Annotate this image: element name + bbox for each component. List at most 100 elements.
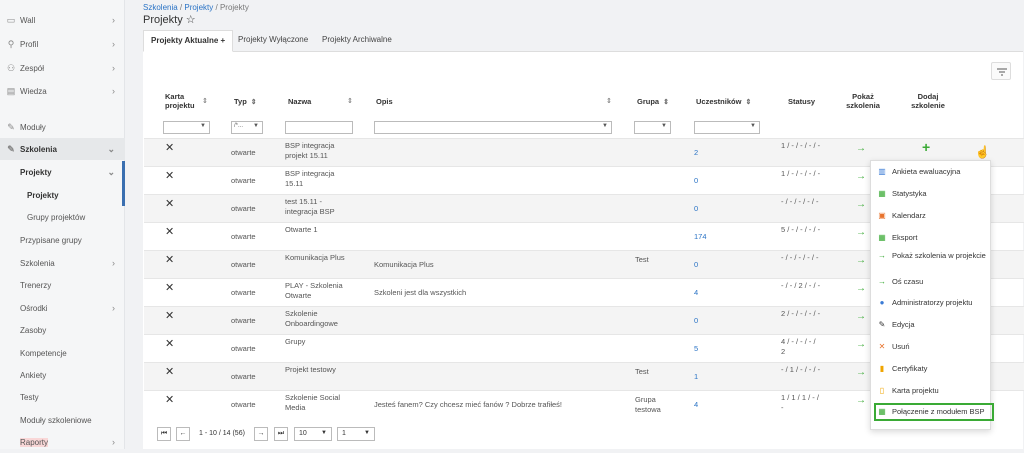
sort-icon[interactable]: ⇕ xyxy=(202,97,208,105)
chevron-down-icon: ▼ xyxy=(661,123,667,129)
close-icon[interactable]: ✕ xyxy=(165,171,174,182)
column-header-uczestnikow[interactable]: Uczestników ⇕ xyxy=(696,97,751,107)
menu-item[interactable]: ▯ Karta projektu xyxy=(878,386,990,396)
menu-item[interactable]: ▦ Eksport xyxy=(878,233,990,243)
filter-karta-select[interactable]: ▼ xyxy=(163,121,210,134)
filter-grupa-select[interactable]: ▼ xyxy=(634,121,671,134)
cell-uczestnikow-link[interactable]: 0 xyxy=(694,316,698,326)
close-icon[interactable]: ✕ xyxy=(165,367,174,378)
sidebar-item-moduly[interactable]: ✎ Moduły xyxy=(0,116,125,138)
filter-button[interactable] xyxy=(991,62,1011,80)
arrow-right-icon[interactable]: → xyxy=(856,200,866,210)
menu-item[interactable]: → Oś czasu xyxy=(878,277,990,287)
cell-uczestnikow-link[interactable]: 2 xyxy=(694,148,698,158)
arrow-right-icon[interactable]: → xyxy=(856,368,866,378)
sidebar-item-wiedza[interactable]: ▤ Wiedza › xyxy=(0,80,125,102)
column-header-opis[interactable]: Opis xyxy=(376,97,393,106)
cell-uczestnikow-link[interactable]: 0 xyxy=(694,260,698,270)
sort-icon[interactable]: ⇕ xyxy=(606,97,612,105)
sidebar-sub-trenerzy[interactable]: Trenerzy xyxy=(0,274,125,296)
menu-item[interactable]: ▮ Certyfikaty xyxy=(878,364,990,374)
page-title: Projekty ☆ xyxy=(143,14,196,26)
column-header-karta[interactable]: Karta projektu xyxy=(165,92,195,110)
sidebar-sub-osrodki[interactable]: Ośrodki › xyxy=(0,297,125,319)
cell-uczestnikow-link[interactable]: 174 xyxy=(694,232,707,242)
sort-icon[interactable]: ⇕ xyxy=(347,97,353,105)
per-page-select[interactable]: 10 ▼ xyxy=(294,427,332,441)
sidebar-sub-testy[interactable]: Testy xyxy=(0,386,125,408)
menu-item[interactable]: ▣ Kalendarz xyxy=(878,211,990,221)
filter-opis-select[interactable]: ▼ xyxy=(374,121,612,134)
pager-last-button[interactable]: ⏭ xyxy=(274,427,288,441)
arrow-right-icon[interactable]: → xyxy=(856,228,866,238)
pager-prev-button[interactable]: ← xyxy=(176,427,190,441)
sidebar-sub-kompetencje[interactable]: Kompetencje xyxy=(0,342,125,364)
chevron-down-icon: ▼ xyxy=(253,123,259,129)
close-icon[interactable]: ✕ xyxy=(165,395,174,406)
sidebar-item-profil[interactable]: ⚲ Profil › xyxy=(0,33,125,55)
cell-uczestnikow-link[interactable]: 4 xyxy=(694,288,698,298)
plus-icon[interactable]: + xyxy=(922,140,930,154)
sidebar-sub-ankiety[interactable]: Ankiety xyxy=(0,364,125,386)
cell-uczestnikow-link[interactable]: 4 xyxy=(694,400,698,410)
breadcrumb-link-szkolenia[interactable]: Szkolenia xyxy=(143,3,178,12)
arrow-right-icon[interactable]: → xyxy=(856,172,866,182)
calendar-icon: ▣ xyxy=(878,211,886,220)
sidebar-sub-projekty-active[interactable]: Projekty xyxy=(0,184,125,206)
arrow-right-icon[interactable]: → xyxy=(856,396,866,406)
menu-item[interactable]: ✕ Usuń xyxy=(878,342,990,352)
close-icon[interactable]: ✕ xyxy=(165,143,174,154)
breadcrumb-link-projekty[interactable]: Projekty xyxy=(184,3,213,12)
close-icon[interactable]: ✕ xyxy=(165,283,174,294)
sidebar-sub-projekty[interactable]: Projekty ⌄ xyxy=(0,161,125,183)
cell-uczestnikow-link[interactable]: 5 xyxy=(694,344,698,354)
chevron-right-icon: › xyxy=(112,258,115,268)
menu-item[interactable]: → Pokaż szkolenia w projekcie xyxy=(878,251,990,261)
menu-item-label: Administratorzy projektu xyxy=(892,298,973,307)
column-header-grupa[interactable]: Grupa ⇕ xyxy=(637,97,669,107)
pager-next-button[interactable]: → xyxy=(254,427,268,441)
sidebar-item-wall[interactable]: ▭ Wall › xyxy=(0,9,125,31)
column-header-typ[interactable]: Typ ⇕ xyxy=(234,97,257,107)
cell-uczestnikow-link[interactable]: 0 xyxy=(694,204,698,214)
column-header-nazwa[interactable]: Nazwa xyxy=(288,97,311,106)
sidebar-sub-raporty[interactable]: Raporty › xyxy=(0,431,125,453)
sidebar-sub-przypisane-grupy[interactable]: Przypisane grupy xyxy=(0,229,125,251)
close-icon[interactable]: ✕ xyxy=(165,227,174,238)
menu-item[interactable]: ▥ Ankieta ewaluacyjna xyxy=(878,167,990,177)
tab-projekty-archiwalne[interactable]: Projekty Archiwalne xyxy=(315,30,399,52)
menu-item[interactable]: ✎ Edycja xyxy=(878,320,990,330)
cell-statusy: 1 / - / - / - / - xyxy=(781,141,821,150)
menu-item[interactable]: ● Administratorzy projektu xyxy=(878,298,990,308)
sidebar-sub-zasoby[interactable]: Zasoby xyxy=(0,319,125,341)
arrow-right-icon[interactable]: → xyxy=(856,256,866,266)
close-icon[interactable]: ✕ xyxy=(165,311,174,322)
cell-nazwa: PLAY - Szkolenia Otwarte xyxy=(285,281,343,300)
close-icon[interactable]: ✕ xyxy=(165,199,174,210)
pager-first-button[interactable]: ⏮ xyxy=(157,427,171,441)
breadcrumb-current: Projekty xyxy=(219,3,249,12)
sidebar-sub-szkolenia[interactable]: Szkolenia › xyxy=(0,252,125,274)
menu-item[interactable]: ▦ Statystyka xyxy=(878,189,990,199)
tab-projekty-wylaczone[interactable]: Projekty Wyłączone xyxy=(231,30,315,52)
sidebar-sub-moduly-szkoleniowe[interactable]: Moduły szkoleniowe xyxy=(0,409,125,431)
sidebar-sub-grupy-projektow[interactable]: Grupy projektów xyxy=(0,206,125,228)
filter-nazwa-input[interactable] xyxy=(285,121,353,134)
arrow-right-icon[interactable]: → xyxy=(856,144,866,154)
arrow-right-icon: → xyxy=(878,251,886,260)
close-icon[interactable]: ✕ xyxy=(165,255,174,266)
tab-projekty-aktualne[interactable]: Projekty Aktualne + xyxy=(143,30,234,52)
arrow-right-icon[interactable]: → xyxy=(856,284,866,294)
menu-item[interactable]: ▦ Połączenie z modułem BSP xyxy=(874,403,994,421)
filter-uczestnikow-select[interactable]: ▼ xyxy=(694,121,760,134)
filter-typ-select[interactable]: /*... ▼ xyxy=(231,121,263,134)
close-icon[interactable]: ✕ xyxy=(165,339,174,350)
sidebar-item-zespol[interactable]: ⚇ Zespół › xyxy=(0,57,125,79)
arrow-right-icon[interactable]: → xyxy=(856,340,866,350)
sidebar-item-szkolenia[interactable]: ✎ Szkolenia ⌄ xyxy=(0,138,125,160)
arrow-right-icon[interactable]: → xyxy=(856,312,866,322)
close-icon: ✕ xyxy=(878,342,886,351)
page-select[interactable]: 1 ▼ xyxy=(337,427,375,441)
cell-uczestnikow-link[interactable]: 1 xyxy=(694,372,698,382)
cell-uczestnikow-link[interactable]: 0 xyxy=(694,176,698,186)
